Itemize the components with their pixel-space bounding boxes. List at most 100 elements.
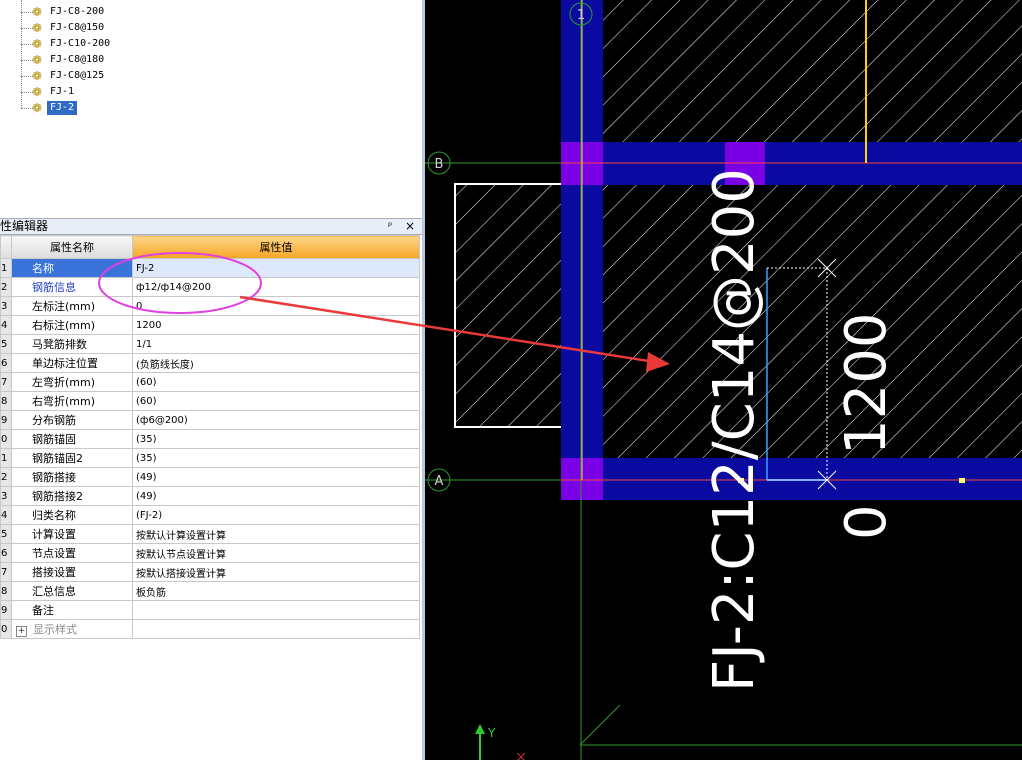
component-tree: ❁ FJ-C8-200 ❁ FJ-C8@150 ❁ FJ-C10-200 ❁ F… [0, 0, 422, 216]
tree-item-label: FJ-C8-200 [50, 6, 105, 17]
row-number: 3 [0, 296, 12, 316]
table-row[interactable]: 8 右弯折(mm) (60) [0, 391, 420, 411]
table-row[interactable]: 3 左标注(mm) 0 [0, 296, 420, 316]
row-number: 8 [0, 581, 12, 601]
table-row[interactable]: 5 马凳筋排数 1/1 [0, 334, 420, 354]
property-value[interactable] [132, 600, 420, 620]
property-value[interactable]: ф12/ф14@200 [132, 277, 420, 297]
row-number: 7 [0, 372, 12, 392]
axis-label-b: B [435, 157, 444, 172]
property-value[interactable]: (60) [132, 372, 420, 392]
row-number: 1 [0, 448, 12, 468]
table-row[interactable]: 0 钢筋锚固 (35) [0, 429, 420, 449]
panel-title: 性编辑器 [0, 219, 49, 233]
tree-item[interactable]: ❁ FJ-C10-200 [30, 36, 113, 52]
column-header-value[interactable]: 属性值 [132, 235, 420, 259]
row-number: 0 [0, 619, 12, 639]
property-value[interactable]: 0 [132, 296, 420, 316]
row-number: 5 [0, 334, 12, 354]
tree-item-label: FJ-C10-200 [50, 38, 111, 49]
property-name: 分布钢筋 [11, 410, 133, 430]
property-value[interactable]: (60) [132, 391, 420, 411]
table-row[interactable]: 4 右标注(mm) 1200 [0, 315, 420, 335]
property-name-group[interactable]: + 显示样式 [11, 619, 133, 639]
cad-canvas[interactable]: 1 B A FJ-2:C12/C14@200 1200 0 Y [425, 0, 1022, 760]
property-value[interactable]: 按默认计算设置计算 [132, 524, 420, 544]
property-editor-titlebar: 性编辑器 ᵖ × [0, 218, 422, 235]
row-number: 1 [0, 258, 12, 278]
rebar-label[interactable]: FJ-2:C12/C14@200 [702, 168, 767, 692]
tree-item[interactable]: ❁ FJ-C8@180 [30, 52, 107, 68]
property-value[interactable]: (FJ-2) [132, 505, 420, 525]
row-number: 5 [0, 524, 12, 544]
property-name: 名称 [11, 258, 133, 278]
tree-item[interactable]: ❁ FJ-C8@125 [30, 68, 107, 84]
property-value[interactable]: FJ-2 [132, 258, 420, 278]
row-number: 9 [0, 600, 12, 620]
tree-item-label: FJ-2 [47, 101, 78, 115]
dimension-1200[interactable]: 1200 [834, 312, 899, 455]
dimension-0[interactable]: 0 [834, 504, 899, 540]
gear-icon: ❁ [31, 101, 43, 115]
table-row[interactable]: 1 名称 FJ-2 [0, 258, 420, 278]
property-value[interactable] [132, 619, 420, 639]
axis-label-a: A [435, 474, 444, 489]
property-value[interactable]: 板负筋 [132, 581, 420, 601]
property-name: 备注 [11, 600, 133, 620]
property-value[interactable]: (49) [132, 486, 420, 506]
row-number: 2 [0, 467, 12, 487]
row-number: 9 [0, 410, 12, 430]
table-row[interactable]: 3 钢筋搭接2 (49) [0, 486, 420, 506]
property-value[interactable]: (负筋线长度) [132, 353, 420, 373]
property-value[interactable]: (35) [132, 448, 420, 468]
axis-label-1: 1 [577, 8, 585, 23]
column-header-name[interactable]: 属性名称 [11, 235, 133, 259]
tree-item[interactable]: ❁ FJ-C8-200 [30, 4, 107, 20]
table-row[interactable]: 9 备注 [0, 600, 420, 620]
table-row[interactable]: 2 钢筋搭接 (49) [0, 467, 420, 487]
close-icon[interactable]: × [405, 219, 415, 234]
table-row[interactable]: 6 单边标注位置 (负筋线长度) [0, 353, 420, 373]
property-value[interactable]: 按默认搭接设置计算 [132, 562, 420, 582]
table-row[interactable]: 6 节点设置 按默认节点设置计算 [0, 543, 420, 563]
table-row[interactable]: 7 搭接设置 按默认搭接设置计算 [0, 562, 420, 582]
property-name: 钢筋搭接 [11, 467, 133, 487]
drawing: 1 B A FJ-2:C12/C14@200 1200 0 Y [425, 0, 1022, 760]
property-value[interactable]: 按默认节点设置计算 [132, 543, 420, 563]
ucs-y-label: Y [487, 726, 496, 740]
gear-icon: ❁ [31, 85, 43, 99]
property-value[interactable]: (ф6@200) [132, 410, 420, 430]
tree-item-selected[interactable]: ❁ FJ-2 [30, 100, 78, 116]
table-row[interactable]: 7 左弯折(mm) (60) [0, 372, 420, 392]
gear-icon: ❁ [31, 21, 43, 35]
property-value[interactable]: (49) [132, 467, 420, 487]
beam-row-a [561, 458, 1022, 500]
axis-line-bottom [579, 704, 621, 746]
property-value[interactable]: 1/1 [132, 334, 420, 354]
tree-item-label: FJ-C8@150 [50, 22, 105, 33]
tree-item[interactable]: ❁ FJ-1 [30, 84, 77, 100]
row-number: 6 [0, 353, 12, 373]
table-row[interactable]: 9 分布钢筋 (ф6@200) [0, 410, 420, 430]
property-name: 显示样式 [33, 623, 77, 636]
gear-icon: ❁ [31, 53, 43, 67]
table-row[interactable]: 1 钢筋锚固2 (35) [0, 448, 420, 468]
expand-icon[interactable]: + [16, 626, 27, 637]
row-number: 8 [0, 391, 12, 411]
property-name: 马凳筋排数 [11, 334, 133, 354]
property-value[interactable]: (35) [132, 429, 420, 449]
row-number: 0 [0, 429, 12, 449]
row-number: 7 [0, 562, 12, 582]
table-row[interactable]: 4 归类名称 (FJ-2) [0, 505, 420, 525]
row-number: 4 [0, 505, 12, 525]
table-row[interactable]: 8 汇总信息 板负筋 [0, 581, 420, 601]
pin-icon[interactable]: ᵖ [388, 219, 392, 234]
property-value[interactable]: 1200 [132, 315, 420, 335]
table-row[interactable]: 2 钢筋信息 ф12/ф14@200 [0, 277, 420, 297]
table-row[interactable]: 5 计算设置 按默认计算设置计算 [0, 524, 420, 544]
table-row[interactable]: 0 + 显示样式 [0, 619, 420, 639]
grip-point[interactable] [959, 478, 965, 483]
property-name: 左弯折(mm) [11, 372, 133, 392]
property-name: 归类名称 [11, 505, 133, 525]
tree-item[interactable]: ❁ FJ-C8@150 [30, 20, 107, 36]
